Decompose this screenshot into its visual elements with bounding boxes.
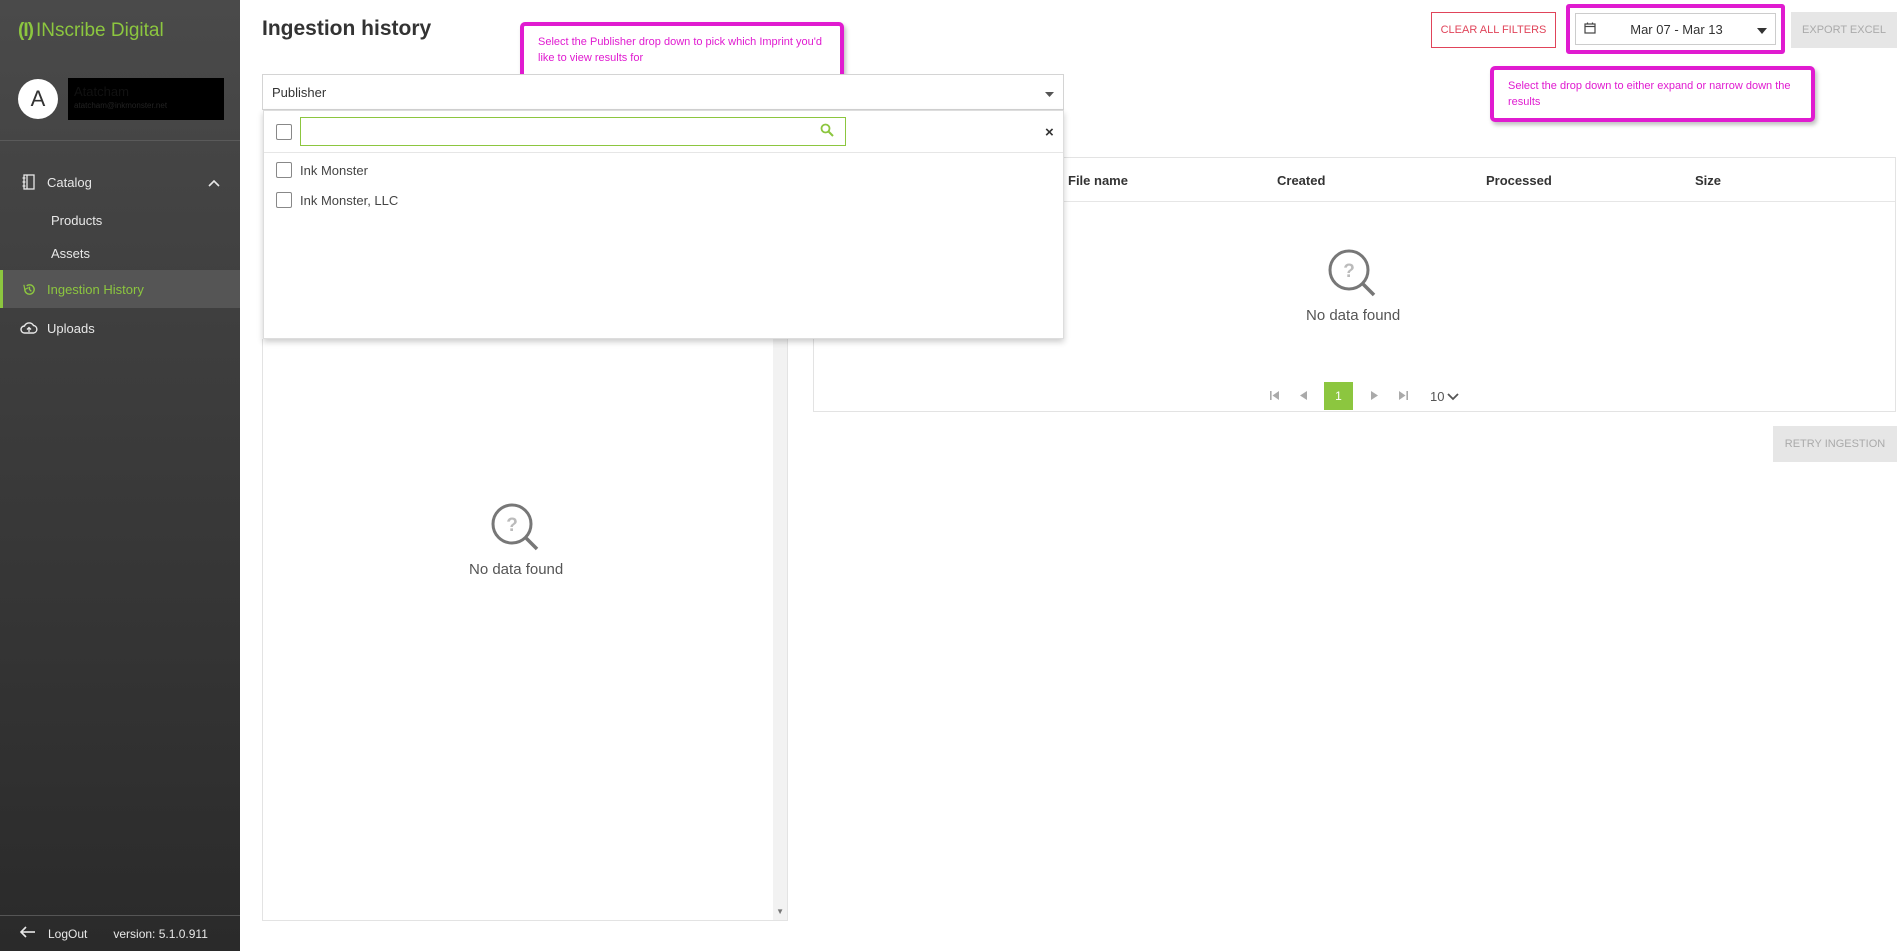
calendar-icon (1584, 22, 1596, 37)
imprint-list-panel: ? No data found ▼ (262, 339, 788, 921)
book-icon (19, 174, 39, 190)
publisher-search-input[interactable] (300, 117, 846, 146)
publisher-option[interactable]: Ink Monster (276, 162, 368, 178)
version-label: version: 5.1.0.911 (113, 926, 208, 941)
dropdown-search-row: × (264, 111, 1063, 153)
arrow-left-icon[interactable] (19, 926, 36, 941)
empty-state: ? No data found (469, 502, 563, 578)
empty-state-text: No data found (1306, 307, 1401, 324)
option-label: Ink Monster (300, 162, 368, 178)
publisher-tip-text: Select the Publisher drop down to pick w… (538, 36, 822, 64)
next-page-icon[interactable] (1366, 389, 1382, 403)
date-range-picker[interactable]: Mar 07 - Mar 13 (1575, 13, 1776, 45)
column-header-created[interactable]: Created (1277, 173, 1325, 188)
chevron-down-icon (1447, 389, 1460, 404)
publisher-option[interactable]: Ink Monster, LLC (276, 192, 398, 208)
select-all-checkbox[interactable] (276, 124, 292, 140)
sidebar-item-label: Uploads (47, 320, 95, 336)
column-header-processed[interactable]: Processed (1486, 173, 1552, 188)
option-label: Ink Monster, LLC (300, 192, 399, 208)
last-page-icon[interactable] (1395, 389, 1411, 403)
publisher-dropdown-label: Publisher (272, 84, 327, 100)
user-info-box: Atatcham atatcham@inkmonster.net (68, 78, 224, 120)
no-data-search-icon: ? (1327, 248, 1379, 304)
caret-down-icon (1757, 22, 1767, 37)
avatar: A (18, 79, 58, 119)
publisher-dropdown[interactable]: Publisher (262, 74, 1064, 110)
publisher-tip-callout: Select the Publisher drop down to pick w… (520, 22, 844, 80)
logo-text: INscribe Digital (35, 20, 164, 41)
user-name: Atatcham (74, 84, 129, 99)
page-size-value: 10 (1430, 388, 1445, 404)
page-title: Ingestion history (262, 17, 432, 40)
caret-down-icon (1045, 85, 1054, 100)
logo-mark: (I) (18, 20, 34, 41)
sidebar-item-uploads[interactable]: Uploads (0, 309, 240, 347)
history-icon (19, 282, 39, 297)
search-icon[interactable] (820, 123, 834, 142)
chevron-up-icon[interactable] (208, 175, 220, 190)
no-data-search-icon: ? (490, 502, 542, 558)
sidebar-divider (0, 140, 240, 141)
export-excel-button[interactable]: EXPORT EXCEL (1791, 12, 1897, 48)
option-checkbox[interactable] (276, 162, 292, 178)
sidebar-item-products[interactable]: Products (51, 213, 102, 228)
option-checkbox[interactable] (276, 192, 292, 208)
first-page-icon[interactable] (1266, 389, 1282, 403)
clear-all-filters-button[interactable]: CLEAR ALL FILTERS (1431, 12, 1556, 48)
column-header-file-name[interactable]: File name (1068, 173, 1128, 188)
user-email: atatcham@inkmonster.net (74, 101, 168, 110)
date-range-value: Mar 07 - Mar 13 (1630, 21, 1723, 37)
sidebar-item-label: Ingestion History (47, 281, 144, 297)
retry-ingestion-button[interactable]: RETRY INGESTION (1773, 426, 1897, 462)
scroll-down-icon[interactable]: ▼ (776, 907, 784, 916)
empty-state: ? No data found (1306, 248, 1400, 324)
sidebar-item-assets[interactable]: Assets (51, 246, 90, 261)
date-tip-callout: Select the drop down to either expand or… (1490, 66, 1815, 122)
empty-state-text: No data found (469, 561, 564, 578)
column-header-size[interactable]: Size (1695, 173, 1721, 188)
sidebar: (I) INscribe Digital A Atatcham atatcham… (0, 0, 240, 951)
svg-text:?: ? (1343, 261, 1355, 282)
date-tip-text: Select the drop down to either expand or… (1508, 80, 1791, 108)
pagination: 1 10 (1266, 382, 1460, 410)
page-number-button[interactable]: 1 (1324, 382, 1353, 410)
sidebar-item-catalog[interactable]: Catalog (0, 163, 240, 201)
svg-text:?: ? (506, 515, 518, 536)
close-icon[interactable]: × (1045, 124, 1054, 141)
date-range-highlight: Mar 07 - Mar 13 (1566, 4, 1785, 54)
logout-link[interactable]: LogOut (48, 927, 87, 941)
sidebar-item-ingestion-history[interactable]: Ingestion History (0, 270, 240, 308)
cloud-upload-icon (19, 321, 39, 335)
app-logo[interactable]: (I) INscribe Digital (18, 20, 164, 42)
prev-page-icon[interactable] (1295, 389, 1311, 403)
page-size-select[interactable]: 10 (1430, 388, 1460, 404)
scrollbar[interactable]: ▼ (773, 339, 787, 920)
sidebar-item-label: Catalog (47, 174, 92, 190)
user-profile[interactable]: A Atatcham atatcham@inkmonster.net (18, 78, 224, 120)
publisher-dropdown-menu: × Ink Monster Ink Monster, LLC (263, 110, 1064, 339)
sidebar-footer: LogOut version: 5.1.0.911 (0, 915, 240, 951)
